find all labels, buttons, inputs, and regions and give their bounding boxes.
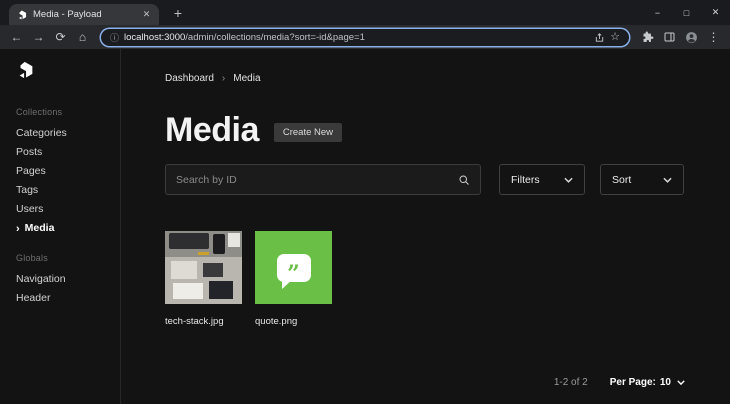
sidebar-item-users[interactable]: Users <box>16 203 120 216</box>
profile-avatar[interactable] <box>682 31 701 44</box>
media-card-tech-stack[interactable]: tech-stack.jpg <box>165 231 242 327</box>
payload-logo[interactable] <box>16 61 34 79</box>
tab-strip: Media - Payload ✕ + − □ ✕ <box>0 0 730 25</box>
side-panel-icon[interactable] <box>660 31 679 43</box>
payload-admin: Collections Categories Posts Pages Tags … <box>0 49 730 404</box>
media-card-quote[interactable]: ” quote.png <box>255 231 332 327</box>
site-info-icon[interactable]: ⓘ <box>110 31 119 44</box>
per-page-value: 10 <box>659 377 671 388</box>
media-grid: tech-stack.jpg ” quote.png <box>165 231 685 327</box>
sidebar-item-media[interactable]: › Media <box>16 222 120 235</box>
url-bar[interactable]: ⓘ localhost:3000/admin/collections/media… <box>100 27 630 47</box>
maximize-button[interactable]: □ <box>672 0 701 25</box>
browser-toolbar: ← → ⟳ ⌂ ⓘ localhost:3000/admin/collectio… <box>0 25 730 49</box>
sidebar-item-categories[interactable]: Categories <box>16 127 120 140</box>
new-tab-button[interactable]: + <box>169 5 187 21</box>
speech-bubble-icon: ” <box>276 253 311 289</box>
media-filename: tech-stack.jpg <box>165 316 224 327</box>
url-path: /admin/collections/media?sort=-id&page=1 <box>185 31 365 43</box>
menu-dots-icon[interactable]: ⋮ <box>704 31 723 43</box>
collections-group-label: Collections <box>16 107 63 117</box>
share-icon[interactable] <box>594 32 605 43</box>
filters-button[interactable]: Filters <box>499 164 585 195</box>
breadcrumb-dashboard-link[interactable]: Dashboard <box>165 73 214 84</box>
tab-close-icon[interactable]: ✕ <box>140 8 153 21</box>
sidebar-item-navigation[interactable]: Navigation <box>16 273 120 286</box>
tech-stack-thumbnail <box>165 231 242 304</box>
sidebar: Collections Categories Posts Pages Tags … <box>0 49 121 404</box>
minimize-button[interactable]: − <box>643 0 672 25</box>
close-button[interactable]: ✕ <box>701 0 730 25</box>
breadcrumb-separator-icon: › <box>221 73 226 84</box>
search-input[interactable] <box>176 173 450 186</box>
per-page-control[interactable]: Per Page: 10 <box>610 377 685 388</box>
extensions-puzzle-icon[interactable] <box>638 31 657 43</box>
pagination-range: 1-2 of 2 <box>553 377 588 388</box>
payload-favicon-icon <box>17 10 27 20</box>
chevron-down-icon <box>564 177 573 183</box>
title-row: Media Create New <box>165 111 685 149</box>
search-icon <box>458 174 470 186</box>
globals-group-label: Globals <box>16 253 48 263</box>
sidebar-item-tags[interactable]: Tags <box>16 184 120 197</box>
forward-icon[interactable]: → <box>29 31 48 43</box>
controls-row: Filters Sort <box>165 164 685 195</box>
home-icon[interactable]: ⌂ <box>73 31 92 43</box>
per-page-label: Per Page: <box>609 377 656 388</box>
sidebar-item-posts[interactable]: Posts <box>16 146 120 159</box>
breadcrumb: Dashboard › Media <box>165 73 685 84</box>
quote-glyph: ” <box>287 260 300 287</box>
sort-label: Sort <box>612 173 632 186</box>
breadcrumb-current: Media <box>233 73 261 84</box>
create-new-button[interactable]: Create New <box>273 123 343 142</box>
chevron-down-icon <box>677 380 685 385</box>
browser-window: Media - Payload ✕ + − □ ✕ ← → ⟳ ⌂ ⓘ loca… <box>0 0 730 49</box>
sidebar-item-header[interactable]: Header <box>16 292 120 305</box>
main-content: Dashboard › Media Media Create New Filte… <box>121 49 730 404</box>
quote-thumbnail: ” <box>255 231 332 304</box>
reload-icon[interactable]: ⟳ <box>51 31 70 43</box>
url-host: localhost:3000 <box>124 31 186 43</box>
sidebar-item-media-label: Media <box>24 222 55 234</box>
window-controls: − □ ✕ <box>643 0 730 25</box>
pagination: 1-2 of 2 Per Page: 10 <box>165 377 685 388</box>
bookmark-star-icon[interactable]: ☆ <box>610 31 620 43</box>
url-text: localhost:3000/admin/collections/media?s… <box>124 32 589 43</box>
sidebar-item-pages[interactable]: Pages <box>16 165 120 178</box>
media-filename: quote.png <box>255 316 298 327</box>
sort-button[interactable]: Sort <box>600 164 684 195</box>
search-box[interactable] <box>165 164 481 195</box>
tab-title: Media - Payload <box>33 9 102 20</box>
chevron-down-icon <box>663 177 672 183</box>
filters-label: Filters <box>511 173 540 186</box>
page-title: Media <box>165 111 259 149</box>
back-icon[interactable]: ← <box>7 31 26 43</box>
chevron-right-icon: › <box>16 222 20 235</box>
browser-tab[interactable]: Media - Payload ✕ <box>9 4 159 25</box>
